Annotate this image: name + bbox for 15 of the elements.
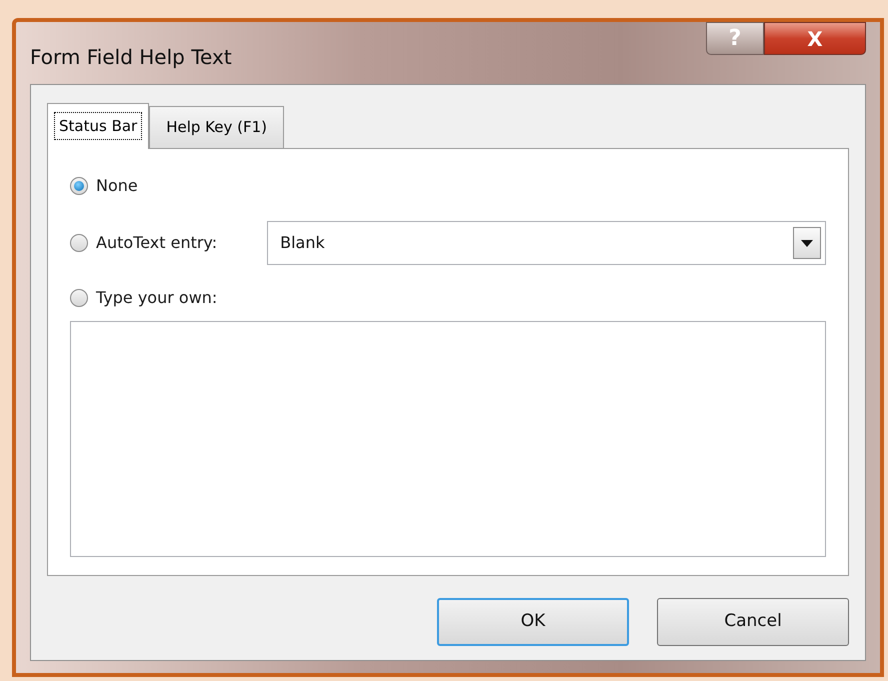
cancel-button[interactable]: Cancel — [657, 598, 849, 646]
ok-button[interactable]: OK — [437, 598, 629, 646]
close-button[interactable]: X — [764, 22, 866, 55]
radio-button[interactable] — [70, 289, 88, 307]
dropdown-arrow-icon — [801, 240, 813, 246]
radio-option[interactable]: AutoText entry: — [70, 230, 218, 256]
radio-option[interactable]: None — [70, 173, 826, 199]
window-title: Form Field Help Text — [30, 44, 232, 71]
radio-button[interactable] — [70, 234, 88, 252]
radio-button[interactable] — [70, 177, 88, 195]
radio-option[interactable]: Type your own: — [70, 285, 826, 311]
tab[interactable]: Help Key (F1) — [149, 106, 284, 148]
tab[interactable]: Status Bar — [47, 103, 150, 149]
help-text-field[interactable] — [70, 321, 826, 557]
autotext-dropdown[interactable]: Blank — [267, 221, 826, 265]
